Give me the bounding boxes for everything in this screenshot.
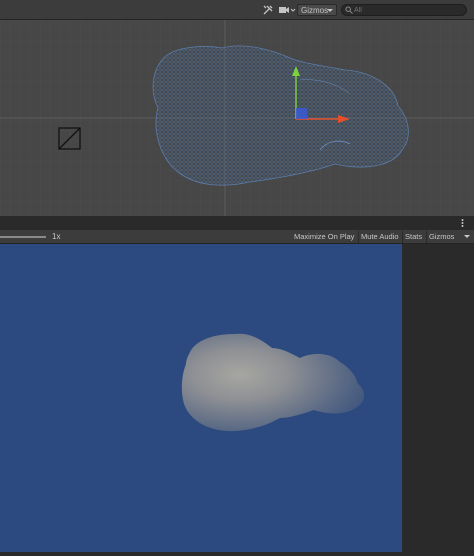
scale-label: 1x [52,232,61,241]
search-input[interactable] [354,5,462,15]
more-options-icon[interactable] [461,218,464,228]
scene-canvas [0,20,474,216]
camera-icon[interactable] [278,4,296,16]
game-toolbar: 1x Maximize On Play Mute Audio Stats Giz… [0,230,474,244]
maximize-on-play-button[interactable]: Maximize On Play [292,231,356,243]
game-gizmos-dropdown[interactable]: Gizmos [426,231,472,243]
stats-button[interactable]: Stats [402,231,424,243]
chevron-down-icon [464,231,470,245]
scale-slider[interactable] [0,236,46,238]
chevron-down-icon [327,5,333,19]
game-canvas [0,244,402,552]
mute-audio-button[interactable]: Mute Audio [358,231,401,243]
scene-view[interactable] [0,20,474,216]
game-view[interactable] [0,244,402,552]
gizmos-label: Gizmos [301,6,329,15]
xy-plane-handle [296,108,307,119]
tools-icon[interactable] [262,4,274,16]
game-view-side-panel [402,244,474,556]
scene-toolbar: Gizmos [0,0,474,20]
gizmos-dropdown[interactable]: Gizmos [297,4,337,16]
game-view-bottom-border [0,552,402,556]
scene-search[interactable] [341,4,467,16]
panel-divider[interactable] [0,216,474,230]
game-gizmos-label: Gizmos [429,232,455,241]
search-icon [345,6,353,16]
